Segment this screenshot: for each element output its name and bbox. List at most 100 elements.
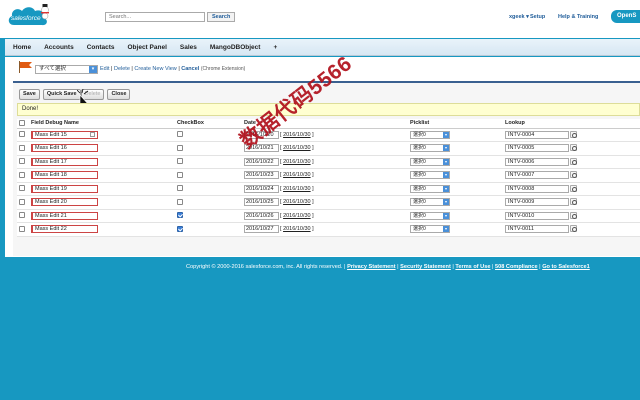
checkbox-field[interactable] (177, 144, 183, 151)
picklist-select[interactable]: 選択0 ▾ (410, 171, 450, 180)
search-button[interactable]: Search (207, 12, 236, 22)
date-input[interactable]: 2016/10/26 (244, 211, 279, 220)
create-new-view-link[interactable]: Create New View (134, 66, 176, 72)
delete-view-link[interactable]: Delete (114, 66, 130, 72)
help-training-link[interactable]: Help & Training (558, 14, 598, 20)
picklist-select[interactable]: 選択0 ▾ (410, 211, 450, 220)
today-date-link[interactable]: [ 2016/10/30 ] (280, 132, 314, 138)
setup-link[interactable]: Setup (530, 14, 545, 20)
lookup-search-icon[interactable] (570, 171, 577, 179)
tab-contacts[interactable]: Contacts (87, 44, 115, 51)
lookup-search-icon[interactable] (570, 225, 577, 233)
today-date-link[interactable]: [ 2016/10/30 ] (280, 199, 314, 205)
date-input[interactable]: 2016/10/23 (244, 171, 279, 180)
row-select-checkbox[interactable] (19, 198, 25, 205)
terms-of-use-link[interactable]: Terms of Use (455, 264, 490, 270)
lookup-search-icon[interactable] (570, 184, 577, 192)
row-select-checkbox[interactable] (19, 144, 25, 151)
checkbox-field[interactable] (177, 212, 183, 219)
name-input[interactable]: Mass Edit 18 (31, 171, 98, 180)
date-input[interactable]: 2016/10/27 (244, 225, 279, 234)
edit-view-link[interactable]: Edit (100, 66, 109, 72)
privacy-statement-link[interactable]: Privacy Statement (347, 264, 396, 270)
tab-mangodbobject[interactable]: MangoDBObject (210, 44, 261, 51)
picker-icon[interactable] (90, 131, 95, 137)
lookup-search-icon[interactable] (570, 198, 577, 206)
lookup-cell: INTV-0007 (505, 168, 640, 183)
search-input[interactable] (105, 12, 205, 22)
picklist-select[interactable]: 選択0 ▾ (410, 130, 450, 139)
compliance-508-link[interactable]: 508 Compliance (495, 264, 538, 270)
today-date-link[interactable]: [ 2016/10/30 ] (280, 159, 314, 165)
checkbox-field[interactable] (177, 198, 183, 205)
picklist-select[interactable]: 選択0 ▾ (410, 157, 450, 166)
checkbox-field[interactable] (177, 185, 183, 192)
checkbox-field[interactable] (177, 131, 183, 138)
tab-sales[interactable]: Sales (180, 44, 197, 51)
lookup-input[interactable]: INTV-0007 (505, 171, 569, 180)
tab-accounts[interactable]: Accounts (44, 44, 74, 51)
name-input[interactable]: Mass Edit 16 (31, 144, 98, 153)
row-select-checkbox[interactable] (19, 212, 25, 219)
lookup-input[interactable]: INTV-0011 (505, 225, 569, 234)
name-input[interactable]: Mass Edit 19 (31, 184, 98, 193)
app-menu-button[interactable]: OpenS (611, 10, 640, 23)
checkbox-field[interactable] (177, 158, 183, 165)
row-select-checkbox[interactable] (19, 225, 25, 232)
select-all-checkbox[interactable] (19, 120, 25, 127)
select-all-cell (17, 119, 31, 129)
picklist-value: 選択0 (413, 172, 426, 179)
lookup-input[interactable]: INTV-0005 (505, 144, 569, 153)
row-select-checkbox[interactable] (19, 158, 25, 165)
lookup-input[interactable]: INTV-0008 (505, 184, 569, 193)
lookup-input[interactable]: INTV-0009 (505, 198, 569, 207)
lookup-search-icon[interactable] (570, 157, 577, 165)
view-select[interactable]: すべて選択 ▾ (35, 65, 98, 74)
lookup-search-icon[interactable] (570, 130, 577, 138)
today-date-link[interactable]: [ 2016/10/30 ] (280, 213, 314, 219)
lookup-search-icon[interactable] (570, 144, 577, 152)
user-menu[interactable]: xgeek ▾ (509, 14, 529, 20)
name-input[interactable]: Mass Edit 20 (31, 198, 98, 207)
checkbox-cell (177, 155, 244, 169)
quick-save-button[interactable]: Quick Save (42, 89, 81, 100)
lookup-input[interactable]: INTV-0010 (505, 211, 569, 220)
checkbox-field[interactable] (177, 225, 183, 232)
date-input[interactable]: 2016/10/24 (244, 184, 279, 193)
close-button[interactable]: Close (107, 89, 131, 100)
lookup-input[interactable]: INTV-0006 (505, 157, 569, 166)
today-date-link[interactable]: [ 2016/10/30 ] (280, 186, 314, 192)
today-date-link[interactable]: [ 2016/10/30 ] (280, 172, 314, 178)
footer: Copyright © 2000-2016 salesforce.com, in… (186, 264, 640, 270)
chevron-down-icon: ▾ (443, 131, 449, 138)
row-select-checkbox[interactable] (19, 131, 25, 138)
tab-add[interactable]: + (273, 44, 277, 51)
go-to-salesforce1-link[interactable]: Go to Salesforce1 (542, 264, 590, 270)
security-statement-link[interactable]: Security Statement (400, 264, 451, 270)
date-input[interactable]: 2016/10/22 (244, 157, 279, 166)
today-date-link[interactable]: [ 2016/10/30 ] (280, 226, 314, 232)
name-value: Mass Edit 18 (35, 172, 67, 179)
tab-object-panel[interactable]: Object Panel (128, 44, 167, 51)
lookup-search-icon[interactable] (570, 211, 577, 219)
name-input[interactable]: Mass Edit 17 (31, 157, 98, 166)
row-select-checkbox[interactable] (19, 171, 25, 178)
name-input[interactable]: Mass Edit 21 (31, 211, 98, 220)
salesforce-logo[interactable]: salesforce (6, 3, 50, 31)
checkbox-field[interactable] (177, 171, 183, 178)
name-input[interactable]: Mass Edit 15 (31, 130, 98, 139)
table-row: Mass Edit 21 2016/10/26[ 2016/10/30 ] 選択0 ▾… (17, 209, 640, 223)
today-date-link[interactable]: [ 2016/10/30 ] (280, 145, 314, 151)
save-button[interactable]: Save (19, 89, 40, 100)
picklist-select[interactable]: 選択0 ▾ (410, 225, 450, 234)
tab-home[interactable]: Home (13, 44, 31, 51)
picklist-select[interactable]: 選択0 ▾ (410, 184, 450, 193)
picklist-select[interactable]: 選択0 ▾ (410, 144, 450, 153)
table-row: Mass Edit 22 2016/10/27[ 2016/10/30 ] 選択0 ▾… (17, 222, 640, 237)
name-input[interactable]: Mass Edit 22 (31, 225, 98, 234)
date-input[interactable]: 2016/10/25 (244, 198, 279, 207)
cancel-link[interactable]: Cancel (181, 66, 199, 72)
picklist-select[interactable]: 選択0 ▾ (410, 198, 450, 207)
row-select-checkbox[interactable] (19, 185, 25, 192)
lookup-input[interactable]: INTV-0004 (505, 130, 569, 139)
